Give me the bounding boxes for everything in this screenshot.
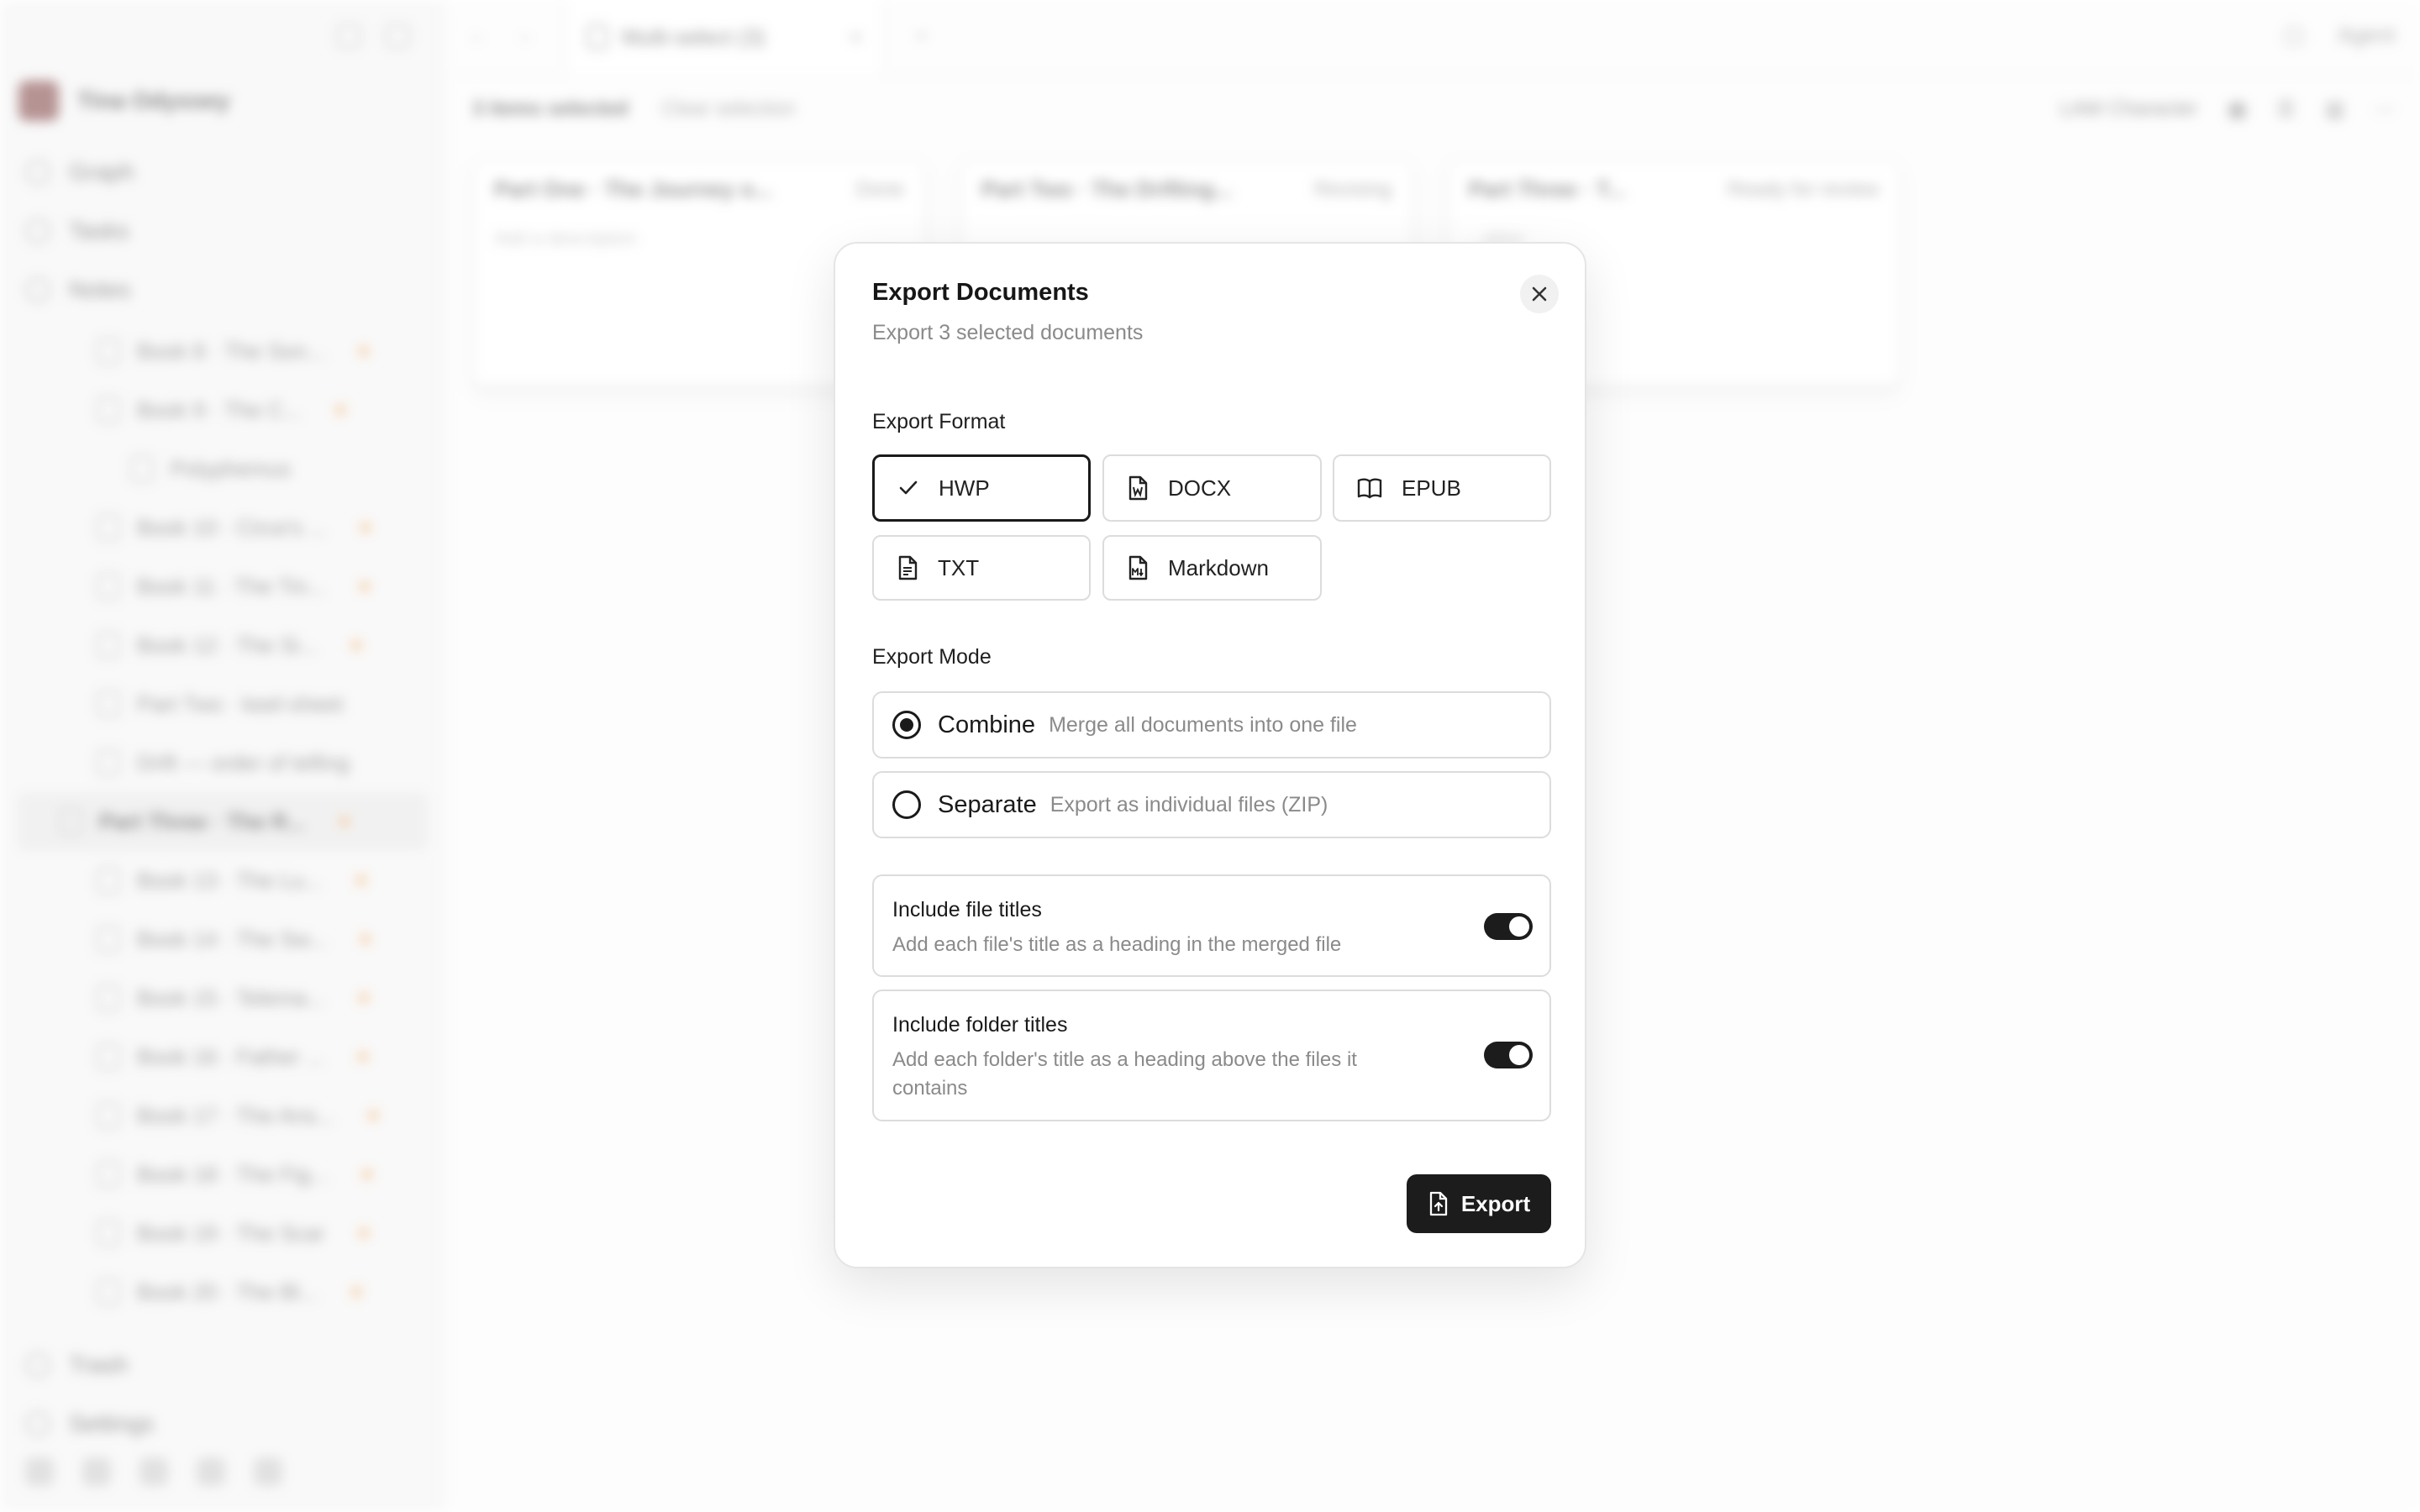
check-icon <box>899 480 918 495</box>
text-file-icon <box>898 555 918 580</box>
export-mode-label: Export Mode <box>872 645 992 669</box>
export-format-label: Export Format <box>872 410 1006 433</box>
option-include-file-titles: Include file titles Add each file's titl… <box>872 874 1551 977</box>
radio-dot <box>900 718 913 732</box>
book-open-icon <box>1357 478 1382 499</box>
radio-selected[interactable] <box>892 711 921 739</box>
mode-option-separate[interactable]: Separate Export as individual files (ZIP… <box>872 771 1551 838</box>
radio-unselected[interactable] <box>892 790 921 819</box>
export-button[interactable]: Export <box>1407 1174 1551 1233</box>
format-label: EPUB <box>1402 475 1461 501</box>
format-label: TXT <box>938 554 980 580</box>
toggle-knob <box>1509 1045 1529 1065</box>
option-title: Include file titles <box>892 898 1042 921</box>
format-option-markdown[interactable]: Markdown <box>1102 535 1322 601</box>
file-export-icon <box>1429 1191 1447 1216</box>
option-title: Include folder titles <box>892 1013 1068 1037</box>
format-label: HWP <box>939 475 990 501</box>
close-icon <box>1532 286 1547 302</box>
file-titles-toggle[interactable] <box>1484 913 1533 940</box>
mode-option-combine[interactable]: Combine Merge all documents into one fil… <box>872 691 1551 759</box>
word-file-icon <box>1128 475 1148 501</box>
export-button-label: Export <box>1460 1190 1531 1216</box>
format-option-docx[interactable]: DOCX <box>1102 454 1322 522</box>
dialog-title: Export Documents <box>872 279 1089 306</box>
format-option-epub[interactable]: EPUB <box>1333 454 1551 522</box>
toggle-knob <box>1509 916 1529 937</box>
option-description: Add each folder's title as a heading abo… <box>892 1048 1357 1100</box>
dialog-subtitle: Export 3 selected documents <box>872 321 1144 344</box>
option-description: Add each file's title as a heading in th… <box>892 933 1342 956</box>
mode-label: Separate <box>938 790 1037 818</box>
format-label: DOCX <box>1168 475 1232 501</box>
format-option-hwp[interactable]: HWP <box>872 454 1091 522</box>
close-button[interactable] <box>1520 275 1559 313</box>
folder-titles-toggle[interactable] <box>1484 1042 1533 1068</box>
mode-description: Export as individual files (ZIP) <box>1050 792 1328 816</box>
option-include-folder-titles: Include folder titles Add each folder's … <box>872 990 1551 1121</box>
mode-label: Combine <box>938 711 1036 738</box>
format-option-txt[interactable]: TXT <box>872 535 1091 601</box>
export-documents-dialog: Export Documents Export 3 selected docum… <box>834 242 1586 1268</box>
markdown-file-icon <box>1128 555 1148 580</box>
format-label: Markdown <box>1168 554 1269 580</box>
mode-description: Merge all documents into one file <box>1049 712 1357 737</box>
